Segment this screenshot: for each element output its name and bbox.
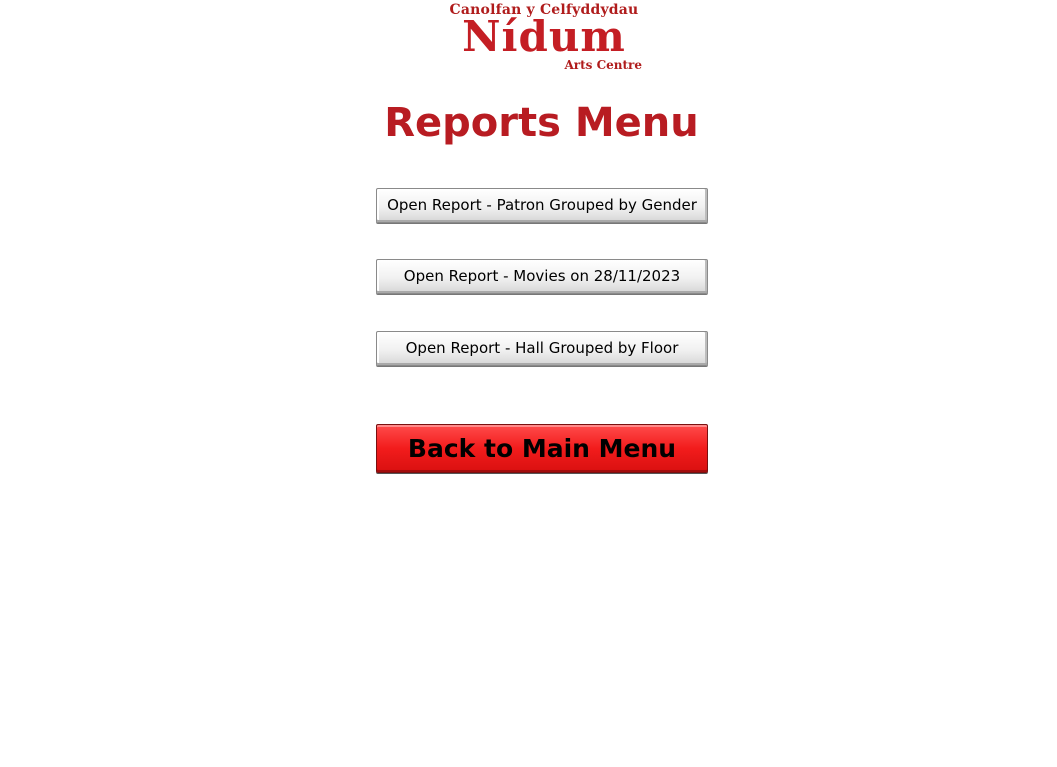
logo-subtitle: Arts Centre	[564, 58, 642, 72]
patron-gender-report-button[interactable]: Open Report - Patron Grouped by Gender	[376, 188, 708, 223]
hall-floor-report-button[interactable]: Open Report - Hall Grouped by Floor	[376, 331, 708, 366]
logo-name: Nídum	[462, 12, 626, 61]
nidum-logo: Canolfan y Celfyddydau Nídum Arts Centre	[440, 2, 648, 74]
reports-menu-page: Canolfan y Celfyddydau Nídum Arts Centre…	[0, 0, 1057, 767]
page-title: Reports Menu	[384, 100, 699, 146]
movies-date-report-button[interactable]: Open Report - Movies on 28/11/2023	[376, 259, 708, 294]
back-to-main-menu-button[interactable]: Back to Main Menu	[376, 424, 708, 473]
